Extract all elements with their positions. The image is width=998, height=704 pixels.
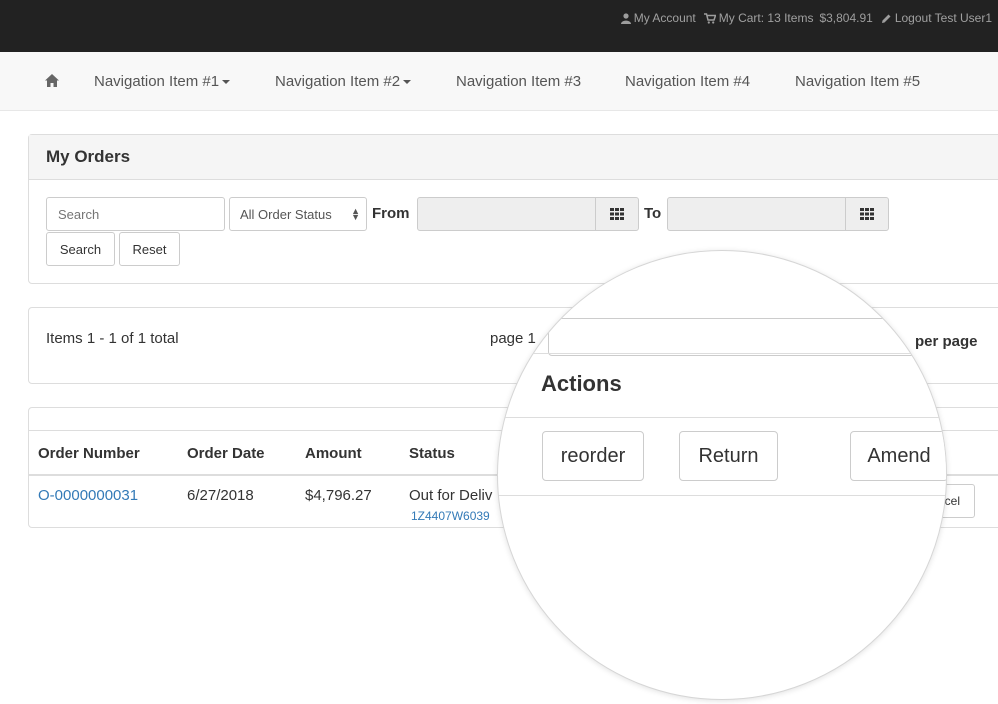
- my-cart-label: My Cart: 13 Items: [718, 11, 814, 25]
- nav-item-3-label: Navigation Item #3: [456, 73, 582, 90]
- page-title: My Orders: [29, 135, 998, 180]
- magnified-per-page-select[interactable]: [548, 318, 946, 356]
- nav-item-4-label: Navigation Item #4: [625, 73, 751, 90]
- to-calendar-button[interactable]: [845, 197, 889, 231]
- nav-item-5[interactable]: Navigation Item #5: [795, 73, 920, 90]
- top-bar: My Account My Cart: 13 Items $3,804.91 L…: [0, 0, 998, 52]
- magnified-divider: [498, 417, 946, 418]
- account-links: My Account My Cart: 13 Items $3,804.91 L…: [613, 11, 992, 25]
- search-button[interactable]: Search: [46, 232, 115, 266]
- tracking-link[interactable]: 1Z4407W6039: [411, 509, 490, 523]
- orders-filter-panel: My Orders All Order Status ▲▼ From To Se…: [28, 134, 998, 284]
- from-date-field[interactable]: [417, 197, 596, 231]
- to-date-field[interactable]: [667, 197, 846, 231]
- cart-icon: [703, 12, 716, 24]
- search-input[interactable]: [46, 197, 225, 231]
- calendar-grid-icon: [860, 208, 874, 220]
- from-label: From: [372, 205, 410, 222]
- my-account-link[interactable]: My Account: [620, 11, 696, 25]
- nav-item-2-label: Navigation Item #2: [275, 73, 401, 90]
- return-button[interactable]: Return: [679, 431, 778, 481]
- header-order-date: Order Date: [187, 445, 265, 462]
- caret-down-icon: [403, 80, 412, 85]
- order-amount: $4,796.27: [305, 487, 372, 504]
- cart-total: $3,804.91: [819, 11, 873, 25]
- pencil-icon: [881, 14, 891, 23]
- actions-heading: Actions: [541, 371, 622, 396]
- caret-down-icon: [222, 80, 231, 85]
- order-status-value: All Order Status: [240, 207, 332, 222]
- header-amount: Amount: [305, 445, 362, 462]
- select-arrows-icon: ▲ ▼: [351, 206, 360, 222]
- zoom-magnifier: Actions reorder Return Amend: [497, 250, 947, 700]
- from-calendar-button[interactable]: [595, 197, 639, 231]
- nav-item-5-label: Navigation Item #5: [795, 73, 921, 90]
- magnified-divider: [498, 495, 946, 496]
- page-indicator: page 1: [490, 330, 536, 347]
- amend-button[interactable]: Amend: [850, 431, 946, 481]
- my-account-label: My Account: [633, 11, 696, 25]
- logout-label: Logout Test User1: [894, 11, 992, 25]
- nav-item-1-label: Navigation Item #1: [94, 73, 220, 90]
- magnified-divider: [498, 353, 946, 354]
- nav-item-1[interactable]: Navigation Item #1: [94, 73, 231, 90]
- main-nav: Navigation Item #1 Navigation Item #2 Na…: [0, 52, 998, 111]
- home-icon[interactable]: [45, 74, 59, 92]
- calendar-grid-icon: [610, 208, 624, 220]
- order-status: Out for Deliv: [409, 487, 493, 504]
- user-icon: [620, 12, 631, 24]
- reset-button[interactable]: Reset: [119, 232, 180, 266]
- header-order-number: Order Number: [38, 445, 140, 462]
- cancel-button-label: cel: [944, 494, 960, 508]
- order-date: 6/27/2018: [187, 487, 254, 504]
- header-status: Status: [409, 445, 455, 462]
- nav-item-3[interactable]: Navigation Item #3: [456, 73, 581, 90]
- nav-item-2[interactable]: Navigation Item #2: [275, 73, 412, 90]
- order-number-link[interactable]: O-0000000031: [38, 487, 138, 504]
- to-label: To: [644, 205, 662, 222]
- my-cart-link[interactable]: My Cart: 13 Items: [703, 11, 814, 25]
- order-status-select[interactable]: All Order Status ▲ ▼: [229, 197, 367, 231]
- nav-item-4[interactable]: Navigation Item #4: [625, 73, 750, 90]
- items-count: Items 1 - 1 of 1 total: [46, 330, 179, 347]
- reorder-button[interactable]: reorder: [542, 431, 644, 481]
- logout-link[interactable]: Logout Test User1: [881, 11, 992, 25]
